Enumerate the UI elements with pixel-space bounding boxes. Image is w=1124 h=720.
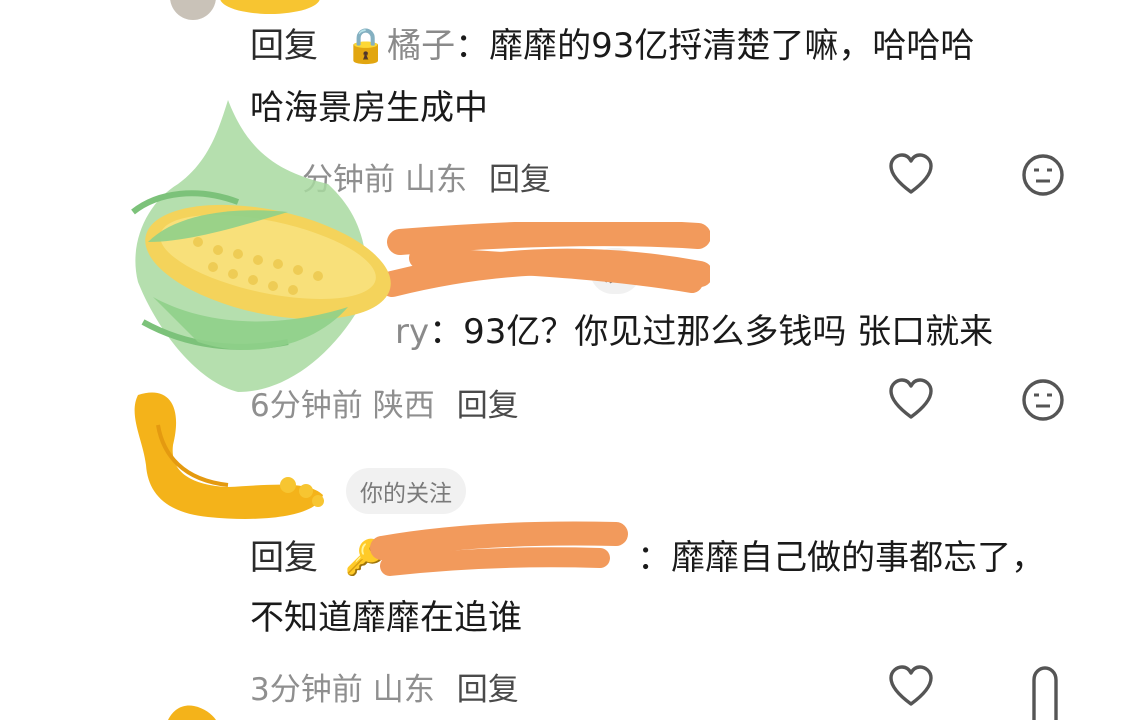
redaction-mark [370,521,628,576]
heart-icon[interactable] [888,377,934,423]
comment-text: 靡靡自己做的事都忘了， [671,538,1046,578]
reply-button[interactable]: 回复 [457,388,519,424]
following-badge: 你的关注 [346,468,466,514]
comment3-line2: 不知道靡靡在追谁 [250,598,522,638]
heart-icon[interactable] [888,664,934,710]
reply-button[interactable]: 回复 [457,672,519,708]
region: 山东 [372,672,435,708]
comment-text: 靡靡的93亿捋清楚了嘛，哈哈哈 [489,26,975,66]
foot-sticker [168,705,216,720]
timestamp: 3分钟前 [250,672,363,708]
comment3-meta: 3分钟前 山东 回复 [250,664,519,709]
reply-button[interactable]: 回复 [489,162,551,198]
comment-text: 93亿？你见过那么多钱吗 张口就来 [463,312,994,352]
reply-keyword: 回复 [250,538,318,578]
neutral-face-icon[interactable] [1020,152,1066,198]
neutral-face-icon[interactable] [1020,377,1066,423]
dislike-icon[interactable] [1028,664,1062,720]
reply-target-name[interactable]: 橘子 [387,26,455,66]
heart-icon[interactable] [888,152,934,198]
reply-keyword: 回复 [250,26,318,66]
comment2-line1: ry：93亿？你见过那么多钱吗 张口就来 [395,312,994,352]
redaction-mark [380,222,710,297]
foot-sticker [134,392,324,519]
corn-sticker [131,100,391,392]
comment1-line1: 回复 🔒橘子：靡靡的93亿捋清楚了嘛，哈哈哈 [250,26,975,66]
lock-icon: 🔒 [344,26,388,66]
